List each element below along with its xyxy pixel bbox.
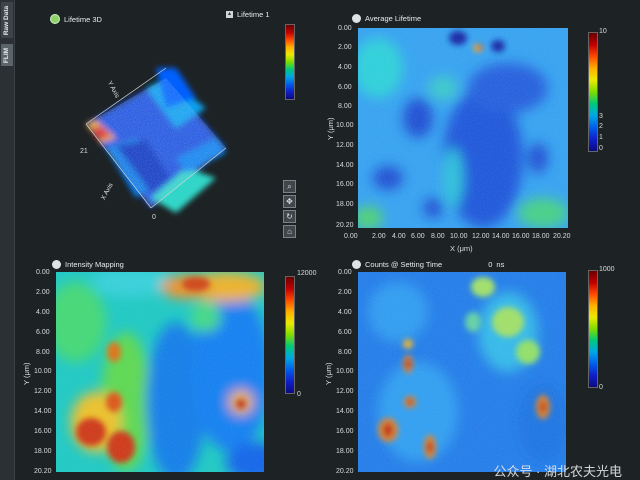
y-tick: 12.00 bbox=[34, 388, 52, 395]
panel-toggle-icon[interactable] bbox=[352, 260, 361, 269]
y-tick: 12.00 bbox=[336, 388, 354, 395]
panel-toggle-icon[interactable] bbox=[50, 14, 60, 24]
y-tick: 10.00 bbox=[336, 122, 354, 129]
y-tick: 18.00 bbox=[336, 448, 354, 455]
y-tick: 14.00 bbox=[34, 408, 52, 415]
y-tick: 8.00 bbox=[36, 349, 50, 356]
counts-time-value: 0 bbox=[488, 260, 493, 269]
y-tick: 14.00 bbox=[336, 408, 354, 415]
cbar-tick: 0 bbox=[297, 391, 301, 398]
x-tick: 16.00 bbox=[512, 233, 530, 240]
y-tick: 20.20 bbox=[336, 468, 354, 475]
lifetime3d-header: Lifetime 3D bbox=[50, 14, 102, 24]
x-tick: 8.00 bbox=[431, 233, 445, 240]
x-tick: 10.00 bbox=[450, 233, 468, 240]
average-lifetime-colorbar bbox=[588, 32, 598, 152]
tab-flim-label: FLIM bbox=[3, 47, 11, 63]
counts-heatmap[interactable] bbox=[358, 272, 566, 472]
y-tick: 14.00 bbox=[336, 162, 354, 169]
lifetime3d-selector[interactable]: ▴ Lifetime 1 bbox=[226, 10, 270, 19]
x-tick: 2.00 bbox=[372, 233, 386, 240]
y-tick: 6.00 bbox=[36, 329, 50, 336]
y-tick: 2.00 bbox=[338, 44, 352, 51]
cbar-tick: 3 bbox=[599, 113, 603, 120]
y-tick: 4.00 bbox=[338, 309, 352, 316]
x-tick: 20.20 bbox=[553, 233, 571, 240]
average-lifetime-heatmap[interactable] bbox=[358, 28, 568, 228]
lifetime3d-tick-21: 21 bbox=[80, 148, 88, 155]
intensity-colorbar bbox=[285, 276, 295, 394]
counts-header: Counts @ Setting Time 0 ns bbox=[352, 260, 504, 269]
y-tick: 10.00 bbox=[34, 368, 52, 375]
lifetime3d-tick-0: 0 bbox=[152, 214, 156, 221]
panel-toggle-icon[interactable] bbox=[52, 260, 61, 269]
y-tick: 18.00 bbox=[336, 201, 354, 208]
intensity-mapping-heatmap[interactable] bbox=[56, 272, 264, 472]
cbar-tick: 0 bbox=[599, 384, 603, 391]
average-lifetime-y-axis-title: Y (μm) bbox=[326, 117, 335, 140]
y-tick: 2.00 bbox=[338, 289, 352, 296]
cbar-tick: 10 bbox=[599, 28, 607, 35]
x-tick: 12.00 bbox=[472, 233, 490, 240]
tab-flim[interactable]: FLIM bbox=[1, 44, 13, 66]
pan-icon[interactable]: ✥ bbox=[283, 195, 296, 208]
average-lifetime-title: Average Lifetime bbox=[365, 14, 422, 23]
cbar-tick: 12000 bbox=[297, 270, 317, 277]
y-tick: 18.00 bbox=[34, 448, 52, 455]
x-tick: 14.00 bbox=[492, 233, 510, 240]
cbar-tick: 0 bbox=[599, 145, 603, 152]
y-tick: 12.00 bbox=[336, 142, 354, 149]
lifetime3d-title: Lifetime 3D bbox=[64, 14, 102, 24]
y-tick: 16.00 bbox=[336, 428, 354, 435]
average-lifetime-x-axis-title: X (μm) bbox=[450, 244, 473, 253]
average-lifetime-header: Average Lifetime bbox=[352, 14, 421, 23]
lifetime3d-selector-label: Lifetime 1 bbox=[237, 10, 270, 19]
selector-arrows-icon[interactable]: ▴ bbox=[226, 11, 233, 18]
zoom-icon[interactable]: ⌕ bbox=[283, 180, 296, 193]
y-tick: 20.20 bbox=[336, 222, 354, 229]
intensity-y-axis-title: Y (μm) bbox=[22, 362, 31, 385]
y-tick: 2.00 bbox=[36, 289, 50, 296]
counts-title: Counts @ Setting Time bbox=[365, 260, 443, 269]
y-tick: 20.20 bbox=[34, 468, 52, 475]
reset-icon[interactable]: ⌂ bbox=[283, 225, 296, 238]
panel-toggle-icon[interactable] bbox=[352, 14, 361, 23]
counts-time-unit: ns bbox=[496, 260, 505, 269]
x-tick: 0.00 bbox=[344, 233, 358, 240]
x-tick: 4.00 bbox=[392, 233, 406, 240]
watermark-text: 公众号 · 湖北农夫光电 bbox=[493, 464, 622, 479]
tab-raw-data[interactable]: Raw Data bbox=[1, 2, 13, 38]
tab-raw-data-label: Raw Data bbox=[3, 5, 11, 35]
y-tick: 0.00 bbox=[338, 269, 352, 276]
y-tick: 16.00 bbox=[34, 428, 52, 435]
intensity-mapping-header: Intensity Mapping bbox=[52, 260, 124, 269]
counts-colorbar bbox=[588, 270, 598, 388]
cbar-tick: 1000 bbox=[599, 266, 615, 273]
x-tick: 18.00 bbox=[532, 233, 550, 240]
lifetime3d-colorbar bbox=[285, 24, 295, 100]
y-tick: 4.00 bbox=[36, 309, 50, 316]
intensity-mapping-title: Intensity Mapping bbox=[65, 260, 124, 269]
y-tick: 0.00 bbox=[338, 25, 352, 32]
y-tick: 0.00 bbox=[36, 269, 50, 276]
y-tick: 4.00 bbox=[338, 64, 352, 71]
side-tab-bar: Raw Data FLIM bbox=[0, 0, 15, 480]
rotate-icon[interactable]: ↻ bbox=[283, 210, 296, 223]
y-tick: 8.00 bbox=[338, 103, 352, 110]
y-tick: 6.00 bbox=[338, 329, 352, 336]
y-tick: 6.00 bbox=[338, 84, 352, 91]
lifetime3d-plot[interactable]: Y Axis X Axis 21 0 bbox=[56, 28, 272, 244]
cbar-tick: 1 bbox=[599, 134, 603, 141]
x-tick: 6.00 bbox=[411, 233, 425, 240]
y-tick: 10.00 bbox=[336, 368, 354, 375]
counts-y-axis-title: Y (μm) bbox=[324, 362, 333, 385]
y-tick: 16.00 bbox=[336, 181, 354, 188]
y-tick: 8.00 bbox=[338, 349, 352, 356]
cbar-tick: 2 bbox=[599, 123, 603, 130]
